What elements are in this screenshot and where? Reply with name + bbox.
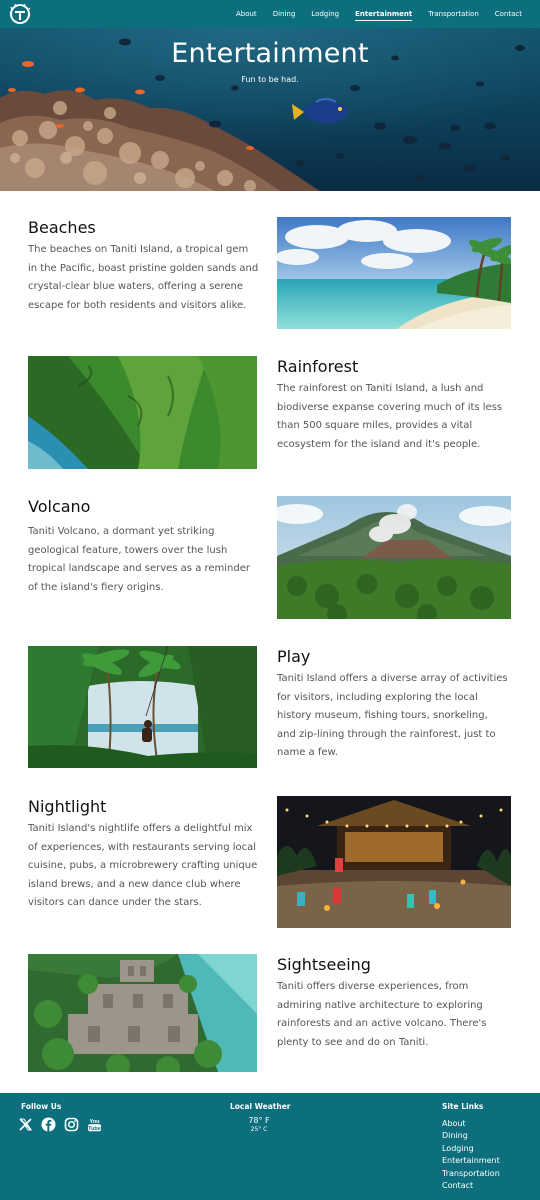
footer-link-dining[interactable]: Dining bbox=[442, 1130, 500, 1142]
ruins-image bbox=[28, 954, 257, 1072]
footer-link-transportation[interactable]: Transportation bbox=[442, 1168, 500, 1180]
section-body: Taniti Island offers a diverse array of … bbox=[277, 673, 508, 758]
volcano-image bbox=[277, 496, 511, 619]
footer-link-lodging[interactable]: Lodging bbox=[442, 1143, 500, 1155]
weather-temp-c: 25° C bbox=[250, 1126, 268, 1133]
section-rainforest: Rainforest The rainforest on Taniti Isla… bbox=[0, 340, 540, 480]
section-nightlight: Nightlight Taniti Island's nightlife off… bbox=[0, 780, 540, 940]
section-title: Volcano bbox=[28, 497, 91, 516]
section-body: Taniti Volcano, a dormant yet striking g… bbox=[28, 526, 251, 593]
section-body: The beaches on Taniti Island, a tropical… bbox=[28, 244, 259, 311]
section-title: Beaches bbox=[28, 218, 96, 237]
nav-link-about[interactable]: About bbox=[228, 0, 265, 28]
section-sightseeing: Sightseeing Taniti offers diverse experi… bbox=[0, 940, 540, 1090]
facebook-icon[interactable] bbox=[41, 1117, 56, 1132]
nav-link-transportation[interactable]: Transportation bbox=[420, 0, 487, 28]
rainforest-image bbox=[28, 356, 257, 469]
follow-us-heading: Follow Us bbox=[21, 1102, 62, 1111]
youtube-icon[interactable]: You Tube bbox=[87, 1117, 102, 1132]
site-links-heading: Site Links bbox=[442, 1102, 484, 1111]
beach-image bbox=[277, 217, 511, 329]
page-title: Entertainment bbox=[171, 38, 369, 69]
section-title: Play bbox=[277, 647, 311, 666]
nav-link-dining[interactable]: Dining bbox=[265, 0, 304, 28]
section-title: Sightseeing bbox=[277, 955, 371, 974]
footer-link-about[interactable]: About bbox=[442, 1118, 500, 1130]
section-body: Taniti offers diverse experiences, from … bbox=[277, 981, 487, 1048]
footer-link-contact[interactable]: Contact bbox=[442, 1180, 500, 1192]
logo-icon[interactable] bbox=[9, 3, 31, 25]
section-play: Play Taniti Island offers a diverse arra… bbox=[0, 630, 540, 790]
footer: Follow Us You Tube Local Weather 78° F 2… bbox=[0, 1093, 540, 1200]
site-links: About Dining Lodging Entertainment Trans… bbox=[442, 1118, 500, 1192]
x-icon[interactable] bbox=[18, 1117, 33, 1132]
hero-banner: Entertainment Fun to be had. bbox=[0, 28, 540, 191]
footer-link-entertainment[interactable]: Entertainment bbox=[442, 1155, 500, 1167]
section-beaches: Beaches The beaches on Taniti Island, a … bbox=[0, 191, 540, 351]
social-links: You Tube bbox=[18, 1117, 102, 1132]
nightlife-image bbox=[277, 796, 511, 928]
top-nav: About Dining Lodging Entertainment Trans… bbox=[0, 0, 540, 28]
local-weather-heading: Local Weather bbox=[230, 1102, 291, 1111]
section-body: The rainforest on Taniti Island, a lush … bbox=[277, 383, 503, 450]
nav-link-contact[interactable]: Contact bbox=[487, 0, 530, 28]
weather-temp-f: 78° F bbox=[248, 1116, 270, 1125]
section-body: Taniti Island's nightlife offers a delig… bbox=[28, 823, 258, 908]
section-volcano: Volcano Taniti Volcano, a dormant yet st… bbox=[0, 480, 540, 630]
nav-links: About Dining Lodging Entertainment Trans… bbox=[228, 0, 530, 28]
youtube-you-text: You bbox=[90, 1119, 100, 1125]
youtube-tube-text: Tube bbox=[88, 1126, 101, 1132]
section-title: Nightlight bbox=[28, 797, 107, 816]
nav-link-entertainment[interactable]: Entertainment bbox=[347, 0, 420, 28]
page-subtitle: Fun to be had. bbox=[241, 75, 299, 84]
section-title: Rainforest bbox=[277, 357, 359, 376]
play-image bbox=[28, 646, 257, 768]
nav-link-lodging[interactable]: Lodging bbox=[303, 0, 347, 28]
instagram-icon[interactable] bbox=[64, 1117, 79, 1132]
